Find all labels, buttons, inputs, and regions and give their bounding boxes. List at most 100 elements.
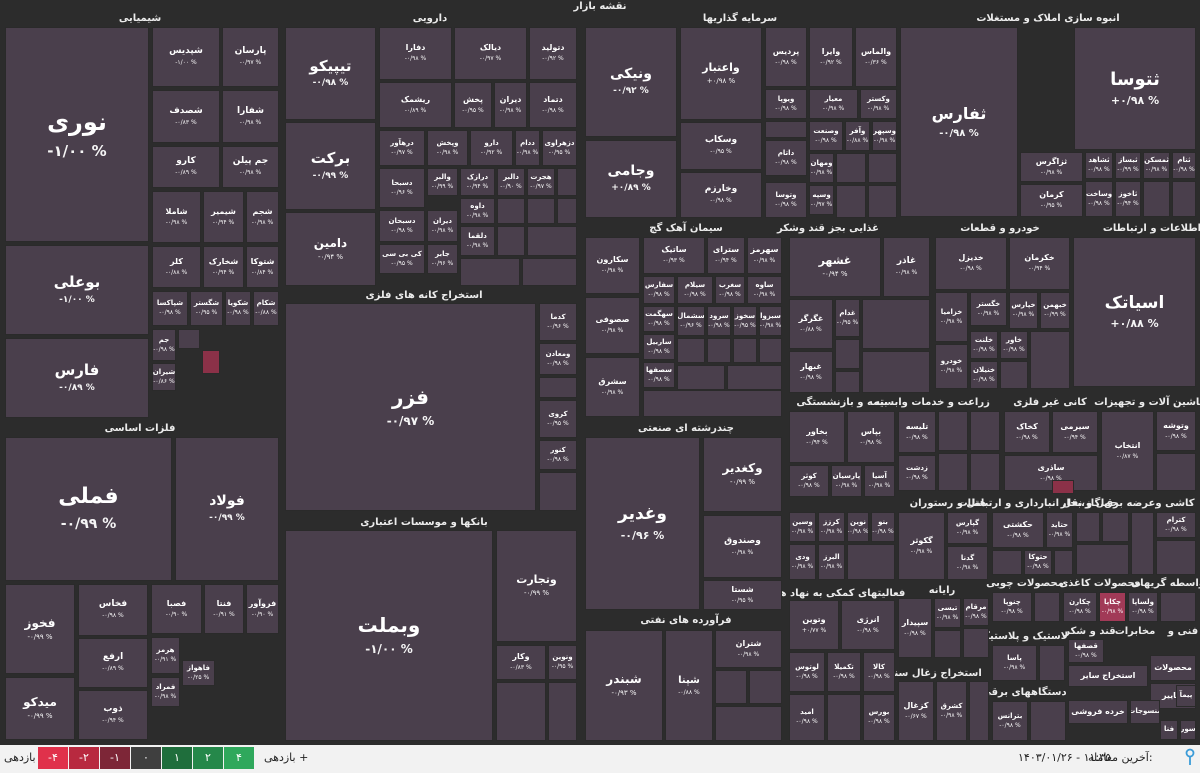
stock-cell[interactable]: وصنعت -۰/۹۸ % — [809, 121, 843, 151]
stock-cell-empty[interactable] — [539, 377, 577, 398]
stock-cell-empty[interactable] — [1156, 540, 1196, 575]
stock-cell[interactable]: آسیا -۰/۹۸ % — [864, 465, 895, 497]
stock-cell[interactable]: ثمسکن -۰/۹۸ % — [1143, 152, 1170, 179]
stock-cell-empty[interactable] — [938, 411, 968, 451]
stock-cell-empty[interactable] — [934, 630, 961, 658]
stock-cell[interactable]: وسین -۰/۹۸ % — [789, 512, 816, 542]
stock-cell[interactable]: کرزز -۰/۹۸ % — [818, 512, 845, 542]
stock-cell[interactable]: میدکو -۰/۹۹ % — [5, 677, 75, 740]
stock-cell-empty[interactable] — [868, 153, 897, 183]
stock-cell[interactable]: ومهان -۰/۹۸ % — [809, 153, 834, 183]
stock-cell[interactable]: لوتوس -۰/۹۸ % — [789, 652, 825, 692]
stock-cell[interactable]: پاسا -۰/۹۸ % — [992, 645, 1037, 681]
stock-cell[interactable]: کوثر -۰/۹۸ % — [789, 465, 829, 497]
stock-cell[interactable]: شبندر -۰/۹۳ % — [585, 630, 663, 741]
stock-cell-empty[interactable] — [727, 365, 782, 390]
stock-cell[interactable]: دارو -۰/۹۲ % — [470, 130, 513, 166]
stock-cell[interactable]: برکت -۰/۹۹ % — [285, 122, 376, 210]
stock-cell[interactable]: واعتبار +۰/۹۸ % — [680, 27, 762, 120]
stock-cell[interactable]: انتخاب -۰/۸۷ % — [1101, 411, 1154, 491]
stock-cell[interactable]: وخارزم -۰/۹۸ % — [680, 172, 762, 218]
stock-cell[interactable]: نوری -۱/۰۰ % — [5, 27, 149, 242]
stock-cell[interactable]: وسپه -۰/۹۷ % — [809, 185, 834, 215]
stock-cell[interactable]: خنیلان -۰/۹۸ % — [970, 361, 998, 389]
stock-cell[interactable]: کزغال -۰/۶۷ % — [898, 681, 934, 741]
stock-cell[interactable]: گکوثر -۰/۹۸ % — [898, 512, 945, 580]
stock-cell[interactable]: هجرت -۰/۹۷ % — [527, 168, 555, 196]
stock-cell[interactable]: دیران -۰/۹۸ % — [427, 210, 458, 242]
stock-cell[interactable]: چکارن -۰/۹۸ % — [1063, 592, 1097, 622]
stock-cell[interactable]: منسوجات — [1130, 700, 1160, 724]
stock-cell-empty[interactable] — [862, 351, 930, 393]
stock-cell[interactable]: دفارا -۰/۹۸ % — [379, 27, 452, 80]
stock-cell[interactable]: خپارس -۰/۹۸ % — [1009, 292, 1038, 329]
stock-cell[interactable]: چکاپا -۰/۹۸ % — [1099, 592, 1126, 622]
stock-cell[interactable]: شپنا -۰/۸۸ % — [665, 630, 713, 741]
stock-cell[interactable]: حتاید -۰/۹۸ % — [1046, 512, 1073, 548]
stock-cell-empty[interactable] — [1076, 512, 1100, 542]
stock-cell[interactable]: ویوپا -۰/۹۸ % — [765, 89, 807, 119]
stock-cell[interactable]: وسپهر -۰/۹۸ % — [872, 121, 897, 151]
stock-cell[interactable]: فصبا -۰/۹۰ % — [151, 584, 202, 634]
stock-cell-empty[interactable] — [847, 544, 895, 580]
stock-cell[interactable]: کی بی سی -۰/۹۵ % — [379, 244, 425, 274]
stock-cell[interactable]: سبزوا -۰/۹۸ % — [759, 306, 782, 336]
stock-cell[interactable]: وکستر -۰/۹۸ % — [860, 89, 897, 119]
stock-cell[interactable]: وآفر -۰/۸۸ % — [845, 121, 870, 151]
stock-cell[interactable]: سکارون -۰/۹۸ % — [585, 237, 640, 294]
stock-cell[interactable]: داتام -۰/۹۸ % — [765, 140, 807, 176]
stock-cell[interactable]: غگرگر -۰/۸۸ % — [789, 299, 833, 349]
stock-cell-empty[interactable] — [938, 453, 968, 491]
stock-cell-empty[interactable] — [178, 329, 200, 349]
stock-cell[interactable]: شتران -۰/۹۸ % — [715, 630, 782, 668]
stock-cell[interactable]: ساتیک -۰/۹۳ % — [643, 237, 705, 274]
stock-cell-empty[interactable] — [970, 453, 1000, 491]
stock-cell[interactable]: دسبحا -۰/۹۶ % — [379, 168, 425, 208]
stock-cell[interactable]: ذوب -۰/۹۴ % — [78, 690, 148, 740]
stock-cell-empty[interactable] — [749, 670, 782, 704]
stock-cell[interactable]: امید -۰/۹۸ % — [789, 694, 825, 741]
stock-cell[interactable]: کدما -۰/۹۶ % — [539, 303, 577, 341]
stock-cell[interactable]: شگستر -۰/۹۵ % — [190, 291, 223, 326]
stock-cell-empty[interactable] — [539, 472, 577, 511]
stock-cell[interactable]: فروآور -۰/۹۰ % — [246, 584, 279, 634]
stock-cell[interactable]: شکویا -۰/۹۸ % — [225, 291, 251, 326]
stock-cell-empty[interactable] — [1172, 181, 1196, 217]
stock-cell[interactable]: درهآور -۰/۹۷ % — [379, 130, 425, 166]
stock-cell[interactable]: دالبر -۰/۹۰ % — [497, 168, 525, 196]
stock-cell[interactable]: ومعادن -۰/۹۸ % — [539, 343, 577, 375]
stock-cell[interactable]: اسیاتک +۰/۸۸ % — [1073, 237, 1196, 387]
stock-cell-empty[interactable] — [707, 338, 731, 363]
stock-cell[interactable]: دیران -۰/۹۸ % — [494, 82, 527, 128]
stock-cell[interactable]: ثشاهد -۰/۹۸ % — [1085, 152, 1113, 179]
stock-cell-empty[interactable] — [496, 682, 546, 741]
stock-cell-empty[interactable] — [1102, 512, 1129, 542]
stock-cell[interactable]: دسبحان -۰/۹۸ % — [379, 210, 425, 242]
stock-cell-empty[interactable] — [1030, 331, 1070, 389]
stock-cell[interactable]: خگستر -۰/۹۸ % — [970, 292, 1007, 326]
stock-cell[interactable]: بخاور -۰/۹۴ % — [789, 411, 845, 463]
stock-cell-empty[interactable] — [1030, 701, 1066, 741]
stock-cell[interactable]: پیمآ — [1176, 685, 1196, 707]
stock-cell[interactable]: ثنام -۰/۹۸ % — [1172, 152, 1196, 179]
stock-cell[interactable]: غبهار -۰/۹۸ % — [789, 351, 833, 393]
stock-cell[interactable]: حکشتی -۰/۹۸ % — [992, 512, 1044, 548]
stock-cell[interactable]: پارسیان -۰/۹۸ % — [831, 465, 862, 497]
stock-cell[interactable]: وتوین +۰/۷۷ % — [789, 600, 839, 650]
stock-cell[interactable]: وجامی +۰/۸۹ % — [585, 140, 677, 218]
stock-cell[interactable]: فولاد -۰/۹۹ % — [175, 437, 279, 581]
stock-cell[interactable]: فخوز -۰/۹۹ % — [5, 584, 75, 674]
stock-cell[interactable]: شاملا -۰/۹۸ % — [152, 191, 201, 243]
stock-cell-empty[interactable] — [1039, 645, 1065, 681]
stock-cell-empty[interactable] — [992, 550, 1022, 575]
stock-cell[interactable]: ارفع -۰/۸۹ % — [78, 638, 148, 688]
stock-cell[interactable]: والماس -۰/۳۶ % — [855, 27, 897, 87]
stock-cell[interactable]: کلر -۰/۸۸ % — [152, 246, 201, 288]
stock-cell[interactable]: جم -۰/۹۸ % — [152, 329, 176, 361]
stock-cell[interactable]: وسکاب -۰/۹۵ % — [680, 122, 762, 170]
stock-cell-empty[interactable] — [527, 198, 555, 224]
stock-cell-empty[interactable] — [862, 299, 930, 349]
stock-cell[interactable]: ریشمک -۰/۸۹ % — [379, 82, 452, 128]
stock-cell[interactable]: فخاس -۰/۹۸ % — [78, 584, 148, 636]
stock-cell-empty[interactable] — [1156, 453, 1196, 491]
